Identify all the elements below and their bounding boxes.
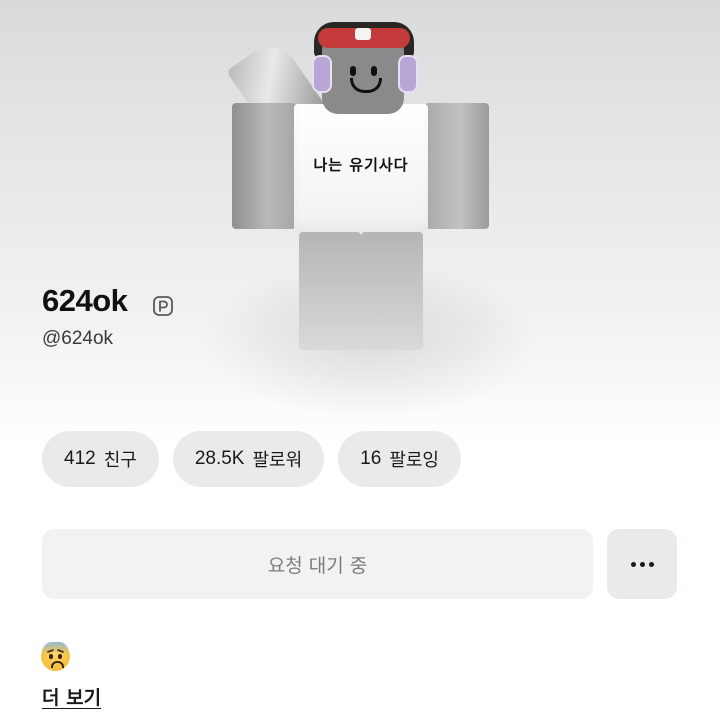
stats-row: 412 친구 28.5K 팔로워 16 팔로잉 xyxy=(42,431,461,487)
username: @624ok xyxy=(42,328,114,349)
avatar-headphone-left xyxy=(312,55,332,93)
see-more-link[interactable]: 더 보기 xyxy=(42,683,101,710)
avatar-eye-right xyxy=(371,66,377,76)
followers-label: 팔로워 xyxy=(252,450,303,471)
following-count: 16 xyxy=(360,448,382,469)
avatar-left-arm xyxy=(232,103,296,229)
emoji-sweat xyxy=(42,642,69,654)
followers-pill[interactable]: 28.5K 팔로워 xyxy=(172,431,325,487)
avatar-bandana-logo xyxy=(355,28,371,40)
pending-request-button[interactable]: 요청 대기 중 xyxy=(42,529,593,599)
avatar-right-arm xyxy=(425,103,489,229)
avatar-headphone-right xyxy=(398,55,418,93)
avatar-shirt-text: 나는 유기사다 xyxy=(313,156,409,174)
following-pill[interactable]: 16 팔로잉 xyxy=(338,431,461,487)
ellipsis-icon-dot xyxy=(639,561,645,567)
avatar-figure[interactable]: 나는 유기사다 xyxy=(0,0,720,420)
friends-label: 친구 xyxy=(103,450,137,471)
more-options-button[interactable] xyxy=(607,529,677,599)
display-name: 624ok xyxy=(42,283,128,318)
emoji-mouth xyxy=(51,661,64,668)
friends-pill[interactable]: 412 친구 xyxy=(42,431,159,487)
ellipsis-icon xyxy=(630,561,636,567)
emoji-eye xyxy=(49,654,53,659)
ellipsis-icon-dot xyxy=(648,561,654,567)
emoji-eye xyxy=(58,654,62,659)
avatar-right-leg xyxy=(361,232,423,350)
avatar-left-leg xyxy=(299,232,361,350)
following-label: 팔로잉 xyxy=(389,450,439,471)
followers-count: 28.5K xyxy=(194,448,245,469)
anxious-face-emoji-icon xyxy=(41,642,70,671)
friends-count: 412 xyxy=(64,448,96,469)
avatar-stage: 나는 유기사다 xyxy=(0,0,720,420)
premium-badge-icon xyxy=(153,296,173,316)
avatar-eye-left xyxy=(350,66,356,76)
